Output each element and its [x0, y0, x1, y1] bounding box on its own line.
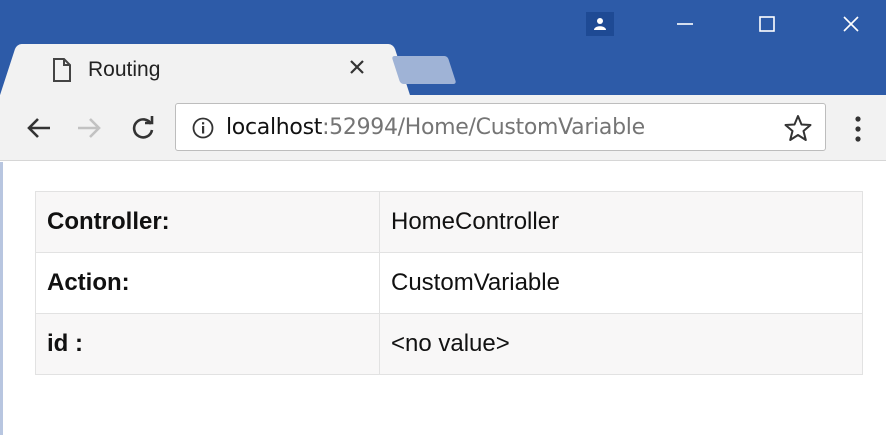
url-path: :52994/Home/CustomVariable — [322, 115, 645, 140]
row-label: Controller: — [35, 191, 380, 253]
window-close-icon[interactable] — [828, 6, 874, 42]
table-row: Action: CustomVariable — [35, 252, 863, 314]
url-host: localhost — [226, 115, 323, 140]
row-value: CustomVariable — [379, 252, 863, 314]
new-tab-button[interactable] — [391, 56, 457, 84]
page-content: Controller: HomeController Action: Custo… — [0, 162, 886, 435]
url-text[interactable]: localhost:52994/Home/CustomVariable — [226, 115, 645, 140]
forward-icon[interactable] — [72, 111, 106, 145]
browser-toolbar: localhost:52994/Home/CustomVariable — [0, 95, 886, 161]
table-row: id : <no value> — [35, 313, 863, 375]
row-label: id : — [35, 313, 380, 375]
row-label: Action: — [35, 252, 380, 314]
user-icon[interactable] — [586, 12, 614, 36]
maximize-icon[interactable] — [744, 6, 790, 42]
close-icon[interactable] — [344, 54, 370, 80]
back-icon[interactable] — [22, 111, 56, 145]
browser-titlebar: Routing — [0, 0, 886, 97]
table-row: Controller: HomeController — [35, 191, 863, 253]
tab-title: Routing — [88, 58, 161, 81]
star-icon[interactable] — [784, 114, 812, 142]
reload-icon[interactable] — [126, 111, 160, 145]
minimize-icon[interactable] — [662, 6, 708, 42]
page-icon — [52, 58, 72, 82]
routing-info-table: Controller: HomeController Action: Custo… — [35, 191, 863, 375]
tab-routing[interactable]: Routing — [22, 44, 388, 97]
info-icon[interactable] — [192, 117, 214, 139]
menu-icon[interactable] — [848, 115, 868, 143]
row-value: HomeController — [379, 191, 863, 253]
row-value: <no value> — [379, 313, 863, 375]
address-bar[interactable]: localhost:52994/Home/CustomVariable — [175, 103, 826, 151]
